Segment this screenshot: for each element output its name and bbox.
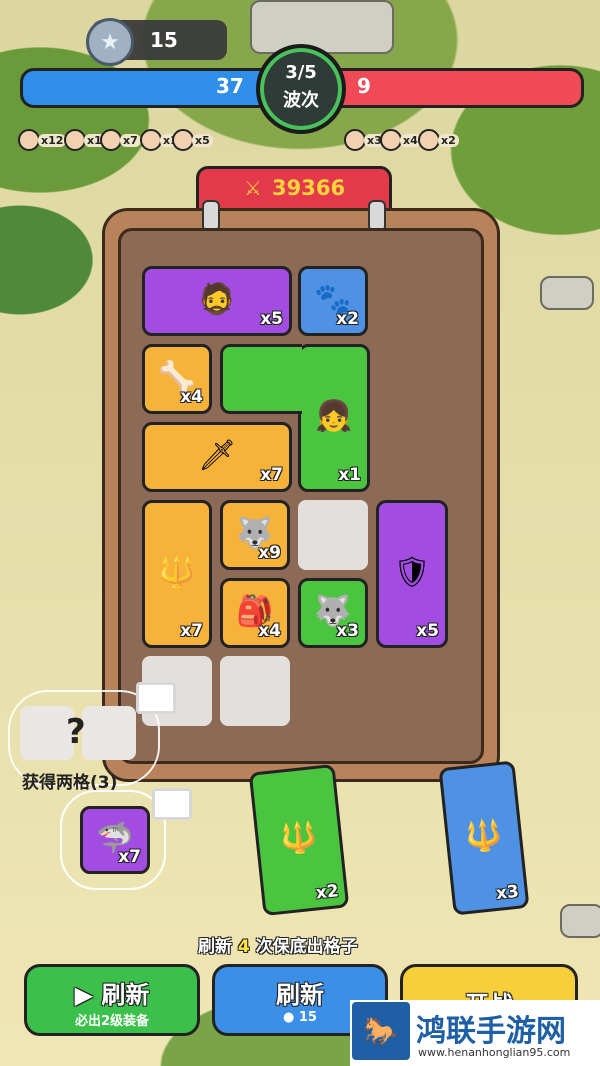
tile-count: x7 (180, 621, 203, 641)
refresh-video-button[interactable]: ▶ 刷新 必出2级装备 (24, 964, 200, 1036)
enemy-unit: x3 (344, 128, 385, 152)
tile-count: x1 (338, 465, 361, 485)
video-ad-icon[interactable] (152, 788, 192, 820)
rock (560, 904, 600, 938)
rock (250, 0, 394, 54)
enemy-health-value: 9 (357, 74, 371, 98)
tile-count: x9 (258, 543, 281, 563)
watermark-title: 鸿联手游网 (416, 1014, 566, 1049)
blue-creature-tile[interactable]: 🐾 x2 (298, 266, 368, 336)
spear-girl-tile[interactable]: 👧 x1 (298, 344, 370, 492)
caveman-tile[interactable]: 🧔 x5 (142, 266, 292, 336)
unit-icon (100, 129, 122, 151)
tile-count: x7 (118, 847, 141, 867)
spear-warrior-tile[interactable]: 🔱 x7 (142, 500, 212, 648)
refresh-guarantee-tip: 刷新 4 次保底出格子 (198, 932, 358, 957)
warrior-offer-tile[interactable]: 🔱 x2 (248, 763, 350, 917)
enemy-unit: x4 (380, 128, 421, 152)
tile-count: x5 (260, 309, 283, 329)
spear-warrior-icon: 🔱 (463, 816, 505, 856)
horse-logo-icon: 🐎 (352, 1002, 410, 1060)
unit-icon (380, 129, 402, 151)
caveman-knife-icon: 🗡 (197, 437, 237, 473)
tip-suffix: 次保底出格子 (255, 937, 358, 957)
refresh-video-sub: 必出2级装备 (74, 1014, 150, 1029)
unit-icon (172, 129, 194, 151)
tip-prefix: 刷新 (198, 937, 232, 957)
caveman-icon: 🧔 (198, 281, 236, 317)
unit-icon (344, 129, 366, 151)
tile-count: x7 (260, 465, 283, 485)
watermark-url: www.henanhonglian95.com (418, 1046, 571, 1059)
unit-icon (140, 129, 162, 151)
crossed-swords-icon: ⚔ (244, 176, 262, 200)
unit-count: x7 (120, 133, 141, 147)
slot-preview (82, 706, 136, 760)
tile-count: x5 (416, 621, 439, 641)
refresh-video-label: 刷新 (101, 981, 150, 1009)
question-mark: ? (66, 712, 86, 752)
refresh-coin-cost: 15 (298, 1010, 317, 1025)
coin-icon: ● (283, 1010, 295, 1025)
spear-girl-icon: 👧 (315, 398, 353, 434)
green-wolf-tile[interactable]: 🐺 x3 (298, 578, 368, 648)
tile-count: x4 (258, 621, 281, 641)
unit-icon (18, 129, 40, 151)
spear-warrior-icon: 🔱 (278, 818, 320, 858)
tip-number: 4 (237, 937, 250, 957)
wave-number: 3/5 (285, 62, 317, 83)
unit-count: x12 (38, 133, 67, 147)
power-score: 39366 (272, 176, 346, 200)
tile-count: x2 (336, 309, 359, 329)
tile-count: x3 (336, 621, 359, 641)
tile-count: x2 (314, 881, 340, 904)
video-ad-icon[interactable] (136, 682, 176, 714)
warrior-offer-tile[interactable]: 🔱 x3 (438, 760, 530, 916)
player-unit: x7 (100, 128, 141, 152)
caveman-knife-tile[interactable]: 🗡 x7 (142, 422, 292, 492)
player-unit: x12 (18, 128, 67, 152)
unit-count: x5 (192, 133, 213, 147)
spear-girl-tile-extension[interactable] (220, 344, 302, 414)
unit-icon (418, 129, 440, 151)
video-camera-icon: ▶ (74, 981, 94, 1009)
wave-label: 波次 (283, 90, 319, 111)
empty-slot[interactable] (298, 500, 368, 570)
coin-count: 15 (150, 28, 178, 52)
bone-necklace-tile[interactable]: 🦴 x4 (142, 344, 212, 414)
tile-count: x3 (495, 881, 520, 904)
player-unit: x5 (172, 128, 213, 152)
shark-offer-tile[interactable]: 🦈 x7 (80, 806, 150, 874)
player-health-value: 37 (216, 74, 244, 98)
enemy-unit: x2 (418, 128, 459, 152)
coin-icon: ★ (86, 18, 134, 66)
shield-icon: 🛡 (392, 554, 432, 590)
wolf-tile[interactable]: 🐺 x9 (220, 500, 290, 570)
empty-slot[interactable] (220, 656, 290, 726)
rock (540, 276, 594, 310)
unit-icon (64, 129, 86, 151)
tile-count: x4 (180, 387, 203, 407)
unit-count: x2 (438, 133, 459, 147)
spear-warrior-icon: 🔱 (158, 554, 196, 590)
red-bag-tile[interactable]: 🎒 x4 (220, 578, 290, 648)
shield-wolf-girl-tile[interactable]: 🛡 x5 (376, 500, 448, 648)
